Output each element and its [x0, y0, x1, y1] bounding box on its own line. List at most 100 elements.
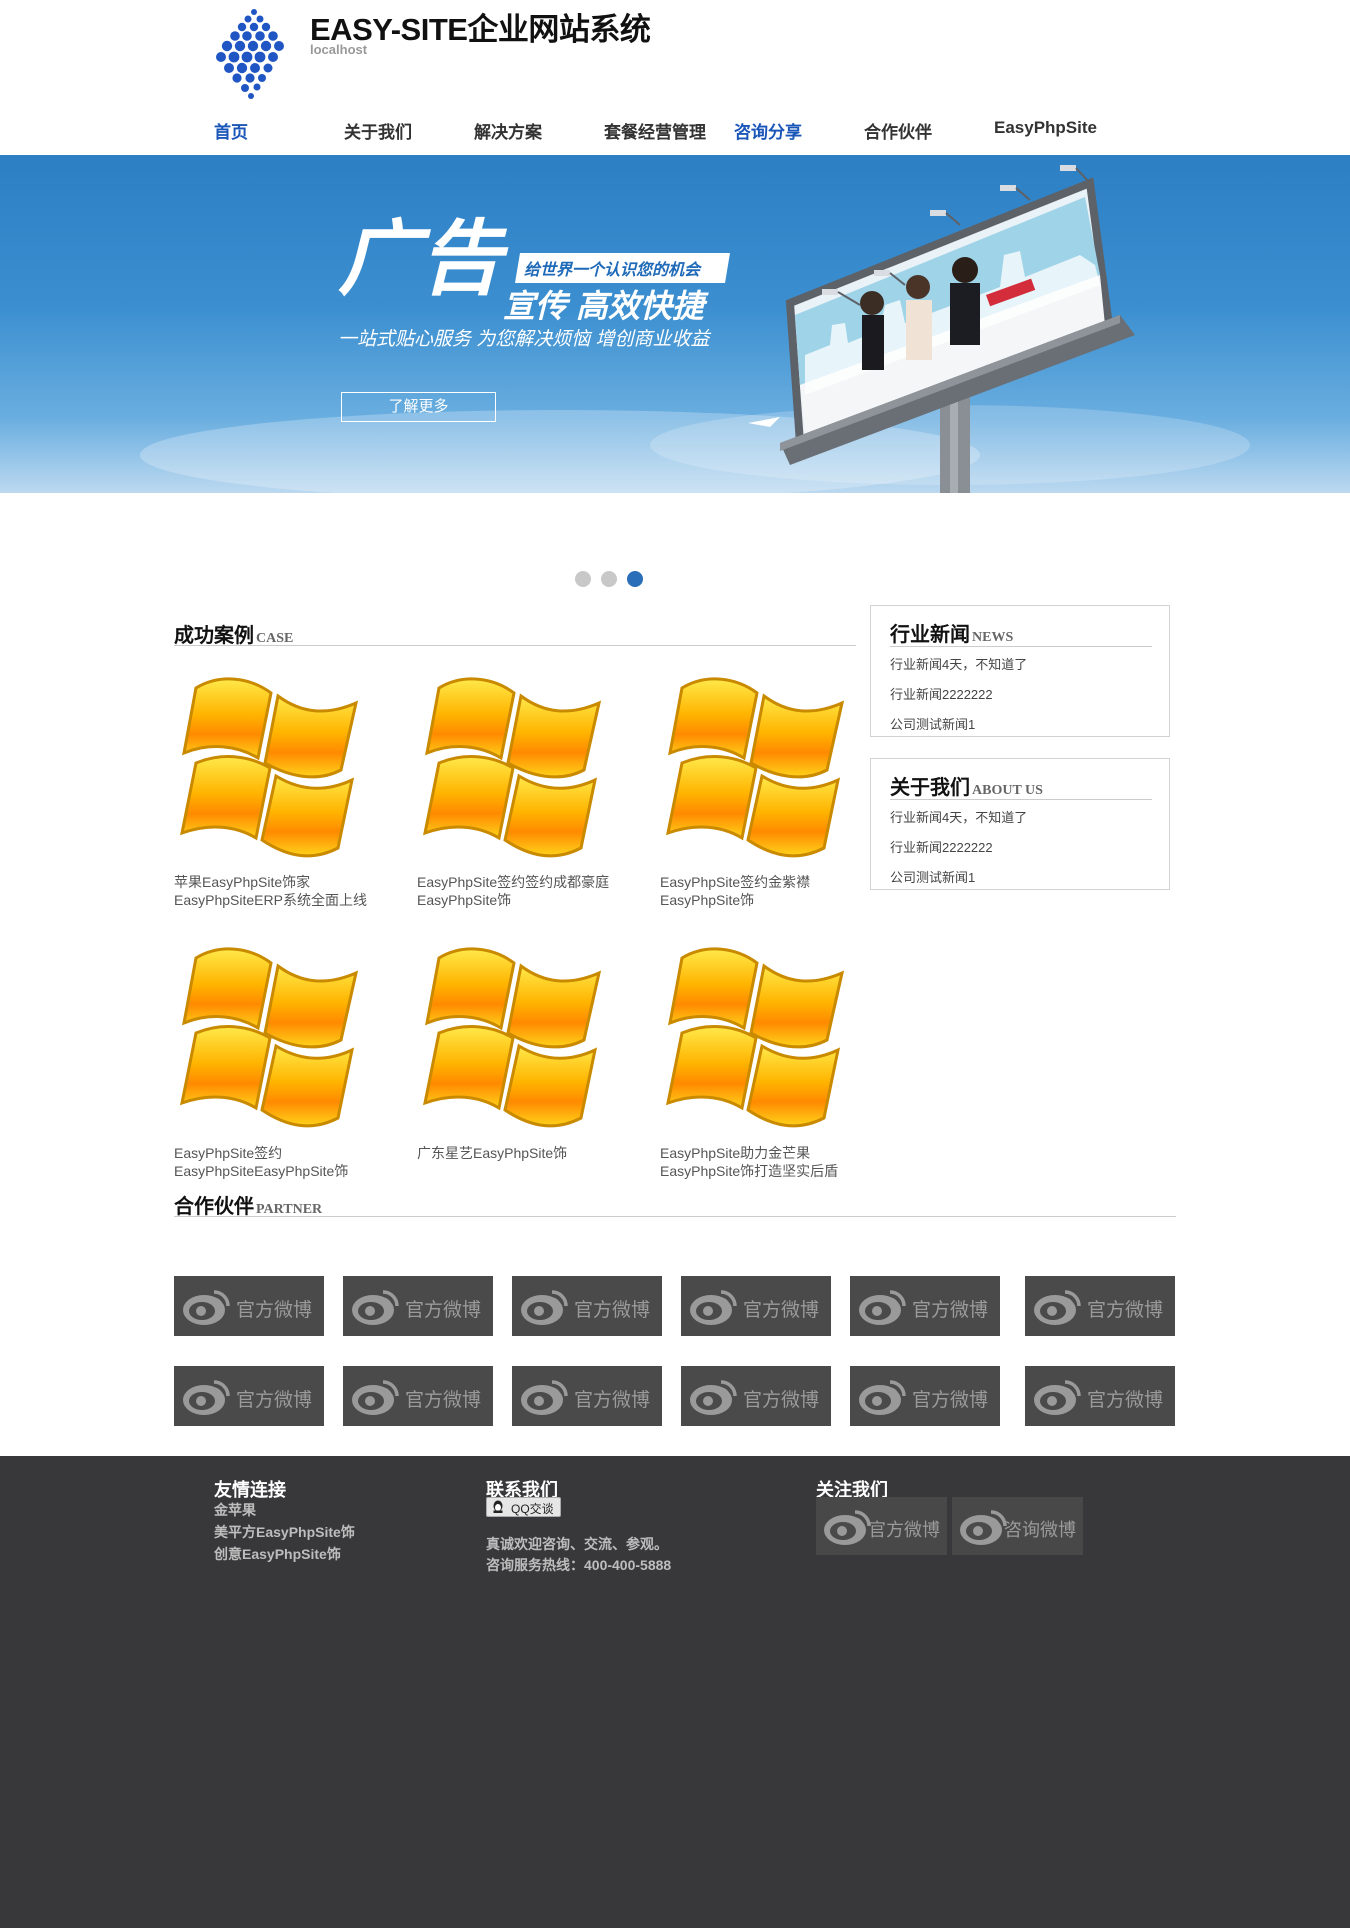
partner-logo[interactable]: 官方微博 — [1025, 1276, 1175, 1336]
case-3-image-windows-logo-icon[interactable] — [662, 668, 854, 868]
partner-logo[interactable]: 官方微博 — [681, 1366, 831, 1426]
partner-logo-label: 官方微博 — [236, 1300, 313, 1321]
partner-logo[interactable]: 官方微博 — [174, 1276, 324, 1336]
slider-dot-1[interactable] — [575, 571, 591, 587]
follow-official-weibo-label: 官方微博 — [868, 1520, 940, 1540]
about-divider — [890, 799, 1152, 800]
footer — [0, 1456, 1350, 1928]
weibo-icon — [181, 1380, 230, 1416]
partner-logo-label: 官方微博 — [912, 1300, 989, 1321]
weibo-icon — [519, 1380, 568, 1416]
news-item[interactable]: 行业新闻4天，不知道了 — [890, 654, 1027, 673]
partner-logo[interactable]: 官方微博 — [512, 1276, 662, 1336]
case-6-image-windows-logo-icon[interactable] — [662, 938, 854, 1138]
weibo-icon — [857, 1380, 906, 1416]
slider-dot-3[interactable] — [627, 571, 643, 587]
partner-logo-label: 官方微博 — [1087, 1300, 1164, 1321]
learn-more-button[interactable]: 了解更多 — [341, 392, 496, 422]
nav-item-home[interactable]: 首页 — [214, 118, 248, 143]
weibo-icon — [958, 1510, 1007, 1546]
weibo-icon — [181, 1290, 230, 1326]
about-item[interactable]: 公司测试新闻1 — [890, 867, 975, 886]
partner-logo-label: 官方微博 — [1087, 1390, 1164, 1411]
about-heading: 关于我们 ABOUT US — [890, 771, 1043, 800]
follow-official-weibo-button[interactable]: 官方微博 — [816, 1497, 947, 1555]
case-5-title[interactable]: 广东星艺EasyPhpSite饰 — [417, 1144, 617, 1162]
hero-banner: 广告 给世界一个认识您的机会 宣传 高效快捷 一站式贴心服务 为您解决烦恼 增创… — [0, 155, 1350, 493]
cases-title-en: CASE — [256, 631, 294, 646]
news-item[interactable]: 公司测试新闻1 — [890, 714, 975, 733]
banner-headline-2: 宣传 高效快捷 — [503, 288, 709, 324]
cases-heading: 成功案例 CASE — [174, 619, 293, 648]
header: EASY-SITE企业网站系统 localhost 首页 关于我们 解决方案 套… — [0, 0, 1350, 155]
case-2-title[interactable]: EasyPhpSite签约签约成都豪庭EasyPhpSite饰 — [417, 873, 617, 909]
nav-item-about[interactable]: 关于我们 — [344, 118, 412, 143]
partners-heading: 合作伙伴 PARTNER — [174, 1190, 322, 1219]
footer-contact-line-1: 真诚欢迎咨询、交流、参观。 — [486, 1536, 668, 1552]
partners-title-en: PARTNER — [256, 1202, 323, 1217]
partner-logo[interactable]: 官方微博 — [512, 1366, 662, 1426]
site-subtitle: localhost — [310, 42, 368, 57]
partner-logo[interactable]: 官方微博 — [850, 1276, 1000, 1336]
about-title: 关于我们 — [890, 777, 970, 799]
about-title-en: ABOUT US — [972, 783, 1043, 798]
partner-logo[interactable]: 官方微博 — [850, 1366, 1000, 1426]
partner-logo[interactable]: 官方微博 — [343, 1366, 493, 1426]
about-item[interactable]: 行业新闻4天，不知道了 — [890, 807, 1027, 826]
news-title: 行业新闻 — [890, 624, 970, 646]
nav-item-consulting[interactable]: 咨询分享 — [734, 118, 802, 143]
case-1-title[interactable]: 苹果EasyPhpSite饰家EasyPhpSiteERP系统全面上线 — [174, 873, 374, 909]
follow-consult-weibo-label: 咨询微博 — [1004, 1520, 1076, 1540]
weibo-icon — [857, 1290, 906, 1326]
weibo-icon — [350, 1290, 399, 1326]
qq-chat-button[interactable]: QQ交谈 — [486, 1497, 561, 1517]
partner-logo-label: 官方微博 — [574, 1390, 651, 1411]
banner-tag: 给世界一个认识您的机会 — [524, 261, 703, 279]
nav-item-easyphpsite[interactable]: EasyPhpSite — [994, 118, 1097, 138]
qq-icon — [493, 1500, 503, 1513]
weibo-icon — [688, 1290, 737, 1326]
partner-logo-label: 官方微博 — [912, 1390, 989, 1411]
case-5-image-windows-logo-icon[interactable] — [419, 938, 611, 1138]
nav-item-solutions[interactable]: 解决方案 — [474, 118, 542, 143]
weibo-icon — [519, 1290, 568, 1326]
partner-logo[interactable]: 官方微博 — [681, 1276, 831, 1336]
partner-logo-label: 官方微博 — [574, 1300, 651, 1321]
footer-link[interactable]: 美平方EasyPhpSite饰 — [214, 1522, 355, 1542]
partner-logo-label: 官方微博 — [743, 1300, 820, 1321]
partner-logo[interactable]: 官方微博 — [343, 1276, 493, 1336]
case-3-title[interactable]: EasyPhpSite签约金紫襟EasyPhpSite饰 — [660, 873, 860, 909]
case-4-image-windows-logo-icon[interactable] — [176, 938, 368, 1138]
case-6-title[interactable]: EasyPhpSite助力金芒果EasyPhpSite饰打造坚实后盾 — [660, 1144, 860, 1180]
nav-item-packages[interactable]: 套餐经营管理 — [604, 118, 706, 143]
site-logo-icon[interactable] — [213, 8, 295, 100]
case-2-image-windows-logo-icon[interactable] — [419, 668, 611, 868]
banner-headline-big: 广告 — [338, 214, 509, 305]
weibo-icon — [822, 1510, 871, 1546]
nav-item-partners[interactable]: 合作伙伴 — [864, 118, 932, 143]
footer-link[interactable]: 金苹果 — [214, 1500, 256, 1520]
case-4-title[interactable]: EasyPhpSite签约EasyPhpSiteEasyPhpSite饰 — [174, 1144, 374, 1180]
news-item[interactable]: 行业新闻2222222 — [890, 684, 993, 703]
news-heading: 行业新闻 NEWS — [890, 618, 1013, 647]
partner-logo[interactable]: 官方微博 — [174, 1366, 324, 1426]
footer-link[interactable]: 创意EasyPhpSite饰 — [214, 1544, 341, 1564]
banner-slogan: 一站式贴心服务 为您解决烦恼 增创商业收益 — [338, 328, 712, 350]
weibo-icon — [688, 1380, 737, 1416]
case-1-image-windows-logo-icon[interactable] — [176, 668, 368, 868]
partner-logo-label: 官方微博 — [743, 1390, 820, 1411]
qq-chat-label: QQ交谈 — [511, 1502, 554, 1516]
partner-logo-label: 官方微博 — [405, 1390, 482, 1411]
about-item[interactable]: 行业新闻2222222 — [890, 837, 993, 856]
partner-logo-label: 官方微博 — [405, 1300, 482, 1321]
cases-title: 成功案例 — [174, 625, 254, 647]
about-box: 关于我们 ABOUT US 行业新闻4天，不知道了 行业新闻2222222 公司测… — [870, 758, 1170, 890]
news-divider — [890, 646, 1152, 647]
billboard-illustration: 广告 给世界一个认识您的机会 宣传 高效快捷 一站式贴心服务 为您解决烦恼 增创… — [140, 165, 1250, 493]
partner-logo[interactable]: 官方微博 — [1025, 1366, 1175, 1426]
slider-dot-2[interactable] — [601, 571, 617, 587]
cases-divider — [174, 645, 856, 646]
footer-links-heading: 友情连接 — [214, 1480, 286, 1500]
news-box: 行业新闻 NEWS 行业新闻4天，不知道了 行业新闻2222222 公司测试新闻1 — [870, 605, 1170, 737]
follow-consult-weibo-button[interactable]: 咨询微博 — [952, 1497, 1083, 1555]
